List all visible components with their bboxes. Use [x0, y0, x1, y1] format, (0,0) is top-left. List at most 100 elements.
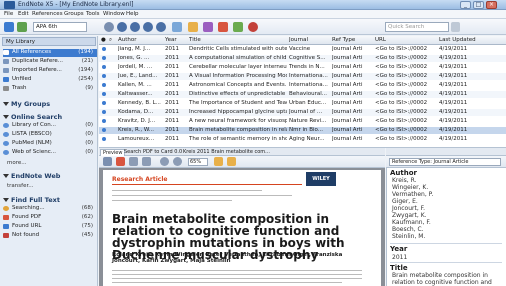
- sidebar-item-unfiled[interactable]: Unfiled (254): [3, 76, 97, 84]
- online-search-mode-icon[interactable]: [17, 22, 27, 32]
- unread-dot-icon: [102, 83, 106, 87]
- table-row[interactable]: Kaltwasser... 2011 Distinctive effects of …: [99, 91, 506, 98]
- output-style-select[interactable]: APA 6th: [33, 22, 87, 32]
- page-prev-icon[interactable]: [129, 157, 138, 166]
- table-row[interactable]: Jue, E., Land... 2011 A Visual Information…: [99, 73, 506, 80]
- text-line: [112, 270, 362, 271]
- cell-title: Brain metabolite composition in relati..…: [189, 127, 287, 133]
- zoom-out-icon[interactable]: [160, 157, 169, 166]
- local-library-mode-icon[interactable]: [4, 22, 14, 32]
- title-field-value[interactable]: Brain metabolite composition in relation…: [392, 272, 502, 286]
- open-link-icon[interactable]: [188, 22, 198, 32]
- menu-tools[interactable]: Tools: [86, 11, 100, 17]
- menu-groups[interactable]: Groups: [64, 11, 84, 17]
- attach-file-icon[interactable]: [203, 22, 213, 32]
- menu-edit[interactable]: Edit: [18, 11, 29, 17]
- insert-citation-icon[interactable]: [104, 22, 114, 32]
- year-field-value[interactable]: 2011: [392, 254, 407, 261]
- sidebar-item-found-pdf[interactable]: Found PDF (62): [3, 214, 97, 222]
- author-field-value[interactable]: Giger, E.: [392, 198, 418, 205]
- table-row[interactable]: Kallen, M. ... 2011 Astronomical Concepts …: [99, 82, 506, 89]
- close-button[interactable]: ×: [486, 1, 497, 9]
- link-icon: [3, 224, 9, 229]
- zoom-in-icon[interactable]: [173, 157, 182, 166]
- menu-references[interactable]: References: [32, 11, 63, 17]
- sidebar-item-library-of-congress[interactable]: Library of Con... (0): [3, 122, 97, 130]
- author-field-value[interactable]: Joncourt, F.: [392, 205, 425, 212]
- author-field-value[interactable]: Kaufmann, F.: [392, 219, 431, 226]
- tab-pdf-card[interactable]: PDF to Card 0.0: [141, 149, 184, 155]
- find-full-text-icon[interactable]: [156, 22, 166, 32]
- sidebar-item-trash[interactable]: Trash (9): [3, 85, 97, 93]
- tab-search[interactable]: Search: [122, 149, 143, 155]
- sidebar-item-imported-references[interactable]: Imported Refere... (194): [3, 67, 97, 75]
- endnote-web-transfer-link[interactable]: transfer...: [7, 183, 33, 189]
- table-row[interactable]: Jiang, M. J... 2011 Dendritic Cells stimul…: [99, 46, 506, 53]
- reference-type-select[interactable]: Reference Type: Journal Article: [389, 158, 501, 166]
- sidebar-item-searching[interactable]: Searching... (68): [3, 205, 97, 213]
- table-row[interactable]: Kravitz, D. J... 2011 A new neural framewo…: [99, 118, 506, 125]
- table-row[interactable]: Kennedy, B. L... 2011 The Importance of St…: [99, 100, 506, 107]
- open-pdf-window-icon[interactable]: [103, 157, 112, 166]
- endnote-web-header[interactable]: EndNote Web: [3, 172, 60, 180]
- cell-title: Cerebellar molecular layer interneuro...: [189, 64, 287, 70]
- sidebar-item-found-url[interactable]: Found URL (75): [3, 223, 97, 231]
- author-field-value[interactable]: Steinlin, M.: [392, 233, 425, 240]
- column-header-year[interactable]: Year: [165, 37, 177, 43]
- cell-journal: Vaccine: [289, 46, 311, 52]
- author-field-value[interactable]: Zwygart, K.: [392, 212, 427, 219]
- cell-ref-type: Journal Arti: [332, 64, 363, 70]
- column-header-title[interactable]: Title: [189, 37, 201, 43]
- find-full-text-header[interactable]: Find Full Text: [3, 196, 60, 204]
- cell-ref-type: Journal Arti: [332, 55, 363, 61]
- sidebar-item-lista-ebsco[interactable]: LISTA (EBSCO) (0): [3, 131, 97, 139]
- zoom-level-field[interactable]: 65%: [188, 158, 208, 166]
- tab-pdf-document[interactable]: Kreis 2011 Brain metabolite com...: [181, 149, 272, 155]
- help-icon[interactable]: [248, 22, 258, 32]
- online-search-icon[interactable]: [143, 22, 153, 32]
- column-header-last-updated[interactable]: Last Updated: [439, 37, 476, 43]
- new-reference-icon[interactable]: [172, 22, 182, 32]
- column-header-author[interactable]: Author: [118, 37, 137, 43]
- menu-window[interactable]: Window: [103, 11, 125, 17]
- sidebar-item-not-found[interactable]: Not found (45): [3, 232, 97, 240]
- minimize-button[interactable]: _: [460, 1, 471, 9]
- author-field-value[interactable]: Kreis, R.: [392, 177, 416, 184]
- quick-search-input[interactable]: Quick Search: [385, 22, 449, 32]
- cell-url: <Go to ISI>://0002: [375, 55, 428, 61]
- column-header-journal[interactable]: Journal: [289, 37, 308, 43]
- sidebar-item-all-references[interactable]: All References (194): [3, 49, 97, 57]
- menu-help[interactable]: Help: [126, 11, 139, 17]
- open-pdf-icon[interactable]: [218, 22, 228, 32]
- online-search-header[interactable]: Online Search: [3, 113, 62, 121]
- page-next-icon[interactable]: [142, 157, 151, 166]
- cell-author: Kravitz, D. J...: [118, 118, 156, 124]
- sidebar-item-pubmed[interactable]: PubMed (NLM) (0): [3, 140, 97, 148]
- author-field-value[interactable]: Wingeier, K.: [392, 184, 428, 191]
- cell-year: 2011: [165, 46, 179, 52]
- maximize-button[interactable]: □: [473, 1, 484, 9]
- annotate-icon[interactable]: [116, 157, 125, 166]
- sidebar-item-duplicate-references[interactable]: Duplicate Refere... (21): [3, 58, 97, 66]
- table-row[interactable]: Kodama, D... 2011 Increased hippocampal gl…: [99, 109, 506, 116]
- cell-url: <Go to ISI>://0002: [375, 73, 428, 79]
- author-field-value[interactable]: Boesch, C.: [392, 226, 424, 233]
- column-header-url[interactable]: URL: [375, 37, 386, 43]
- my-groups-header[interactable]: My Groups: [3, 100, 50, 108]
- author-field-value[interactable]: Vermathen, P.: [392, 191, 433, 198]
- library-dropdown[interactable]: My Library: [2, 37, 96, 46]
- table-row[interactable]: Kreis, R., W... 2011 Brain metabolite comp…: [99, 127, 506, 134]
- table-row[interactable]: Lamoureux... 2011 The role of semantic mem…: [99, 136, 506, 143]
- export-icon[interactable]: [233, 22, 243, 32]
- column-header-ref-type[interactable]: Ref Type: [332, 37, 355, 43]
- note-icon[interactable]: [227, 157, 236, 166]
- highlight-icon[interactable]: [214, 157, 223, 166]
- sync-icon[interactable]: [130, 22, 140, 32]
- search-dropdown-icon[interactable]: [451, 22, 460, 32]
- menu-file[interactable]: File: [4, 11, 13, 17]
- format-bibliography-icon[interactable]: [117, 22, 127, 32]
- table-row[interactable]: Jones, G. ... 2011 A computational simulat…: [99, 55, 506, 62]
- table-row[interactable]: Jordell, M. ... 2011 Cerebellar molecular …: [99, 64, 506, 71]
- sidebar-item-web-of-science[interactable]: Web of Scienc... (0): [3, 149, 97, 157]
- online-search-more-link[interactable]: more...: [7, 160, 27, 166]
